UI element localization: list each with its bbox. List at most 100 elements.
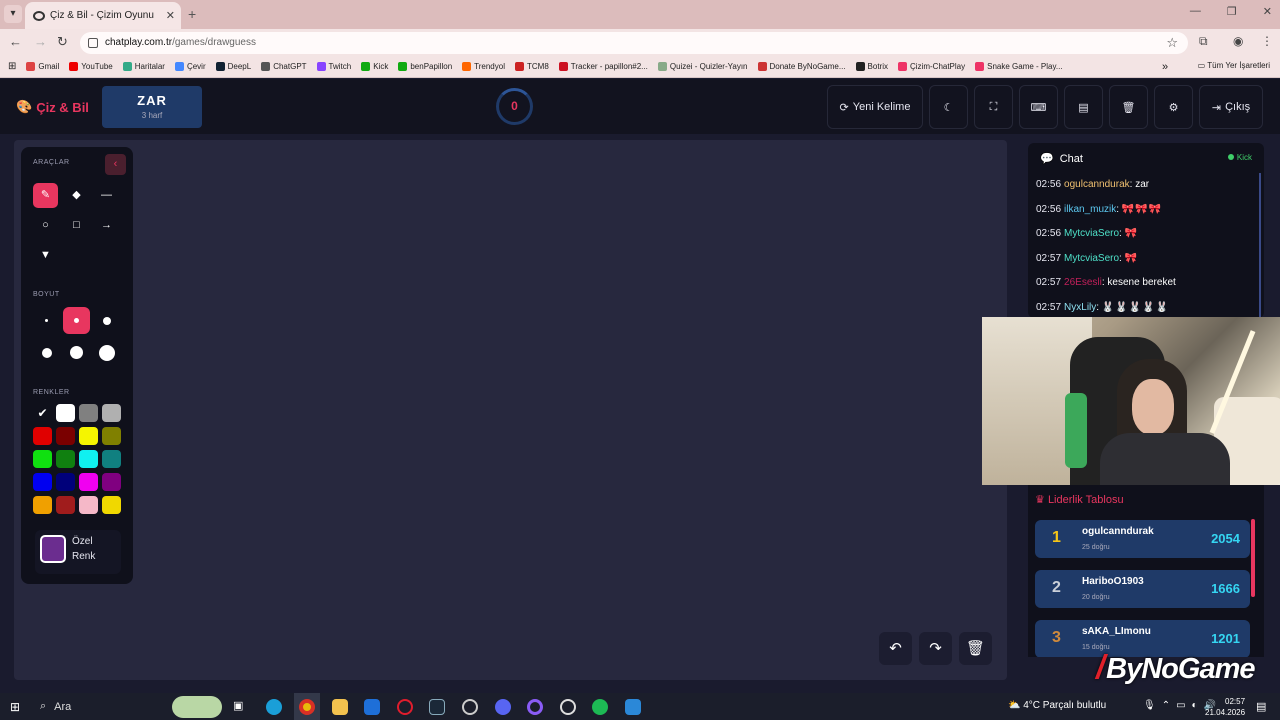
redo-button[interactable]: ↷ [919, 632, 952, 665]
new-tab-button[interactable]: + [188, 6, 196, 22]
color-swatch[interactable] [56, 404, 75, 422]
bookmark-tracker[interactable]: Tracker - papillon#2... [558, 62, 648, 71]
arrow-tool[interactable]: → [94, 213, 119, 238]
color-swatch[interactable] [102, 404, 121, 422]
fullscreen-button[interactable]: ⛶ [974, 85, 1013, 129]
eraser-tool[interactable]: ◆ [64, 183, 89, 208]
color-swatch[interactable] [33, 473, 52, 491]
chat-scrollbar[interactable] [1259, 173, 1261, 318]
bookmark-cizim[interactable]: Çizim-ChatPlay [898, 62, 965, 71]
bookmark-donate[interactable]: Donate ByNoGame... [757, 62, 846, 71]
bookmark-star-icon[interactable]: ☆ [1166, 32, 1178, 54]
photos-icon[interactable] [625, 699, 641, 715]
bookmarks-overflow[interactable]: » [1162, 61, 1168, 73]
reset-button[interactable]: 🗑 [1109, 85, 1148, 129]
color-swatch[interactable] [79, 427, 98, 445]
collapse-panel-button[interactable]: ‹ [105, 154, 126, 175]
size-l[interactable] [33, 339, 60, 366]
app-ring-icon[interactable] [527, 699, 543, 715]
bookmark-benpapillon[interactable]: benPapillon [398, 62, 452, 71]
taskbar-clock[interactable]: 02:57 21.04.2026 [1205, 696, 1245, 718]
obs-icon[interactable] [560, 699, 576, 715]
chat-username[interactable]: 26Esesli [1064, 277, 1102, 288]
steam-icon[interactable] [429, 699, 445, 715]
bookmark-twitch[interactable]: Twitch [316, 62, 351, 71]
close-window-button[interactable]: ✕ [1263, 5, 1272, 18]
site-info-icon[interactable] [88, 38, 98, 48]
bookmark-kick[interactable]: Kick [361, 62, 388, 71]
tab-list-button[interactable]: ▾ [4, 5, 22, 23]
app-logo[interactable]: 🎨 Çiz & Bil [16, 99, 89, 115]
color-swatch[interactable] [79, 450, 98, 468]
color-swatch[interactable] [56, 450, 75, 468]
outlook-icon[interactable] [364, 699, 380, 715]
bookmark-haritalar[interactable]: Haritalar [122, 62, 165, 71]
apps-grid-icon[interactable]: ⊞ [8, 61, 16, 72]
bookmark-gmail[interactable]: Gmail [26, 62, 59, 71]
size-s[interactable] [63, 307, 90, 334]
profile-icon[interactable]: ◉ [1233, 34, 1243, 48]
chat-username[interactable]: MytcviaSero [1064, 253, 1119, 264]
chat-username[interactable]: MytcviaSero [1064, 228, 1119, 239]
windows-start-icon[interactable]: ⊞ [10, 700, 20, 714]
chat-username[interactable]: ogulcanndurak [1064, 179, 1130, 190]
color-swatch[interactable] [102, 450, 121, 468]
keyboard-button[interactable]: ⌨ [1019, 85, 1058, 129]
bookmark-botrix[interactable]: Botrix [855, 62, 888, 71]
color-swatch[interactable] [79, 496, 98, 514]
bookmark-chatgpt[interactable]: ChatGPT [261, 62, 307, 71]
drawing-canvas[interactable] [14, 140, 1007, 680]
color-swatch[interactable] [79, 404, 98, 422]
color-swatch[interactable] [102, 427, 121, 445]
bookmark-cevir[interactable]: Çevir [174, 62, 206, 71]
size-xl[interactable] [63, 339, 90, 366]
fill-tool[interactable]: ▼ [33, 243, 58, 268]
size-xs[interactable] [33, 307, 60, 334]
color-swatch[interactable] [33, 496, 52, 514]
opera-icon[interactable] [397, 699, 413, 715]
bookmark-trendyol[interactable]: Trendyol [462, 62, 505, 71]
bookmark-quizei[interactable]: Quizei - Quizler-Yayın [657, 62, 748, 71]
color-swatch[interactable] [102, 473, 121, 491]
undo-button[interactable]: ↶ [879, 632, 912, 665]
clear-canvas-button[interactable]: 🗑 [959, 632, 992, 665]
chat-username[interactable]: NyxLily [1064, 302, 1096, 313]
color-swatch[interactable] [56, 427, 75, 445]
minimize-button[interactable]: — [1190, 5, 1201, 18]
chrome-icon[interactable] [299, 699, 315, 715]
spotify-icon[interactable] [592, 699, 608, 715]
back-icon[interactable]: ← [9, 34, 22, 49]
bookmark-deepl[interactable]: DeepL [215, 62, 251, 71]
notification-icon[interactable]: ▤ [1256, 700, 1266, 713]
leaderboard-scrollbar[interactable] [1251, 519, 1255, 597]
menu-icon[interactable]: ⋮ [1261, 34, 1273, 48]
file-explorer-icon[interactable] [332, 699, 348, 715]
forward-icon[interactable]: → [34, 34, 47, 49]
exit-button[interactable]: ⇥ Çıkış [1199, 85, 1263, 129]
brush-tool[interactable]: ✎ [33, 183, 58, 208]
color-swatch[interactable] [33, 427, 52, 445]
color-swatch[interactable] [56, 473, 75, 491]
browser-tab[interactable]: Çiz & Bil - Çizim Oyunu ✕ [25, 2, 181, 29]
archive-button[interactable]: ▤ [1064, 85, 1103, 129]
url-input[interactable]: chatplay.com.tr/games/drawguess ☆ [80, 32, 1188, 54]
color-swatch[interactable] [102, 496, 121, 514]
chat-username[interactable]: ilkan_muzik [1064, 204, 1116, 215]
size-xxl[interactable] [93, 339, 120, 366]
color-swatch[interactable] [79, 473, 98, 491]
reload-icon[interactable]: ↻ [57, 34, 68, 50]
restore-button[interactable]: ❐ [1227, 5, 1237, 18]
circle-tool[interactable]: ○ [33, 213, 58, 238]
weather-widget[interactable]: ⛅ 4°C Parçalı bulutlu [1008, 700, 1106, 711]
settings-button[interactable]: ⚙ [1154, 85, 1193, 129]
discord-icon[interactable] [495, 699, 511, 715]
tab-close-icon[interactable]: ✕ [166, 9, 175, 22]
bookmark-tcm8[interactable]: TCM8 [514, 62, 549, 71]
color-swatch[interactable] [33, 450, 52, 468]
app-icon[interactable] [462, 699, 478, 715]
rectangle-tool[interactable]: □ [64, 213, 89, 238]
edge-icon[interactable] [266, 699, 282, 715]
color-swatch[interactable]: ✔ [33, 404, 52, 422]
all-bookmarks[interactable]: ▭ Tüm Yer İşaretleri [1198, 61, 1270, 70]
size-m[interactable] [93, 307, 120, 334]
